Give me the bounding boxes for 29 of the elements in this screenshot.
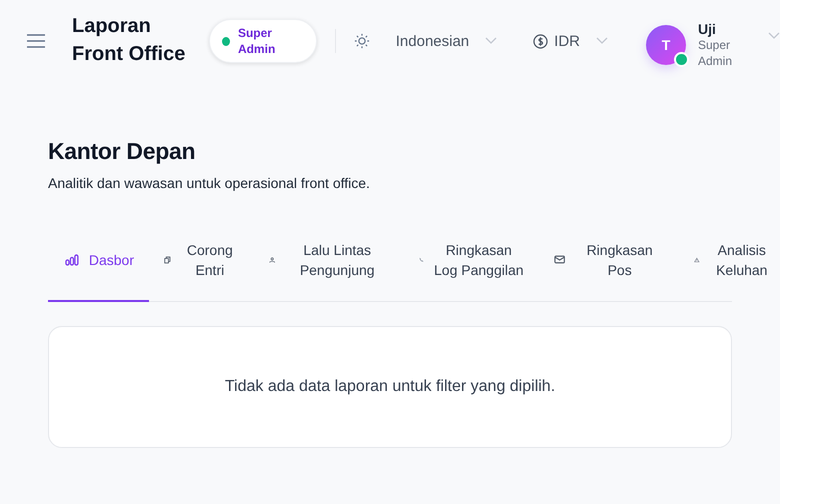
app-title: Laporan Front Office [72,14,186,67]
report-tab[interactable]: Lalu Lintas Pengunjung [254,225,404,302]
copy-icon [164,254,171,264]
phone-icon [419,256,424,264]
currency-dropdown[interactable]: IDR [533,32,608,50]
report-tab[interactable]: Ringkasan Log Panggilan [404,225,539,302]
user-avatar[interactable]: T [646,25,686,65]
warning-icon [694,256,700,264]
report-tab[interactable]: Ringkasan Pos [539,225,679,302]
dollar-coin-icon [533,34,548,48]
role-label: Super Admin [238,25,276,57]
user-role: Super Admin [698,37,734,69]
page-title: Kantor Depan [48,138,196,165]
users-icon [269,256,276,264]
report-tab[interactable]: Dasbor [48,225,149,302]
menu-icon [26,33,46,49]
page-subtitle: Analitik dan wawasan untuk operasional front office. [48,175,371,191]
language-dropdown[interactable]: Indonesian [396,32,498,50]
chevron-down-icon [768,32,780,40]
mail-icon [554,255,566,264]
menu-button[interactable] [26,33,46,49]
report-tab[interactable]: Analisis Keluhan [679,225,789,302]
bar-chart-icon [65,254,79,266]
chevron-down-icon [485,37,498,45]
chevron-down-icon [596,37,608,45]
empty-state-message: Tidak ada data laporan untuk filter yang dipilih. [224,378,556,396]
theme-toggle-icon[interactable] [354,32,370,50]
user-name: Uji [698,21,717,37]
report-tab[interactable]: Corong Entri [149,225,254,302]
